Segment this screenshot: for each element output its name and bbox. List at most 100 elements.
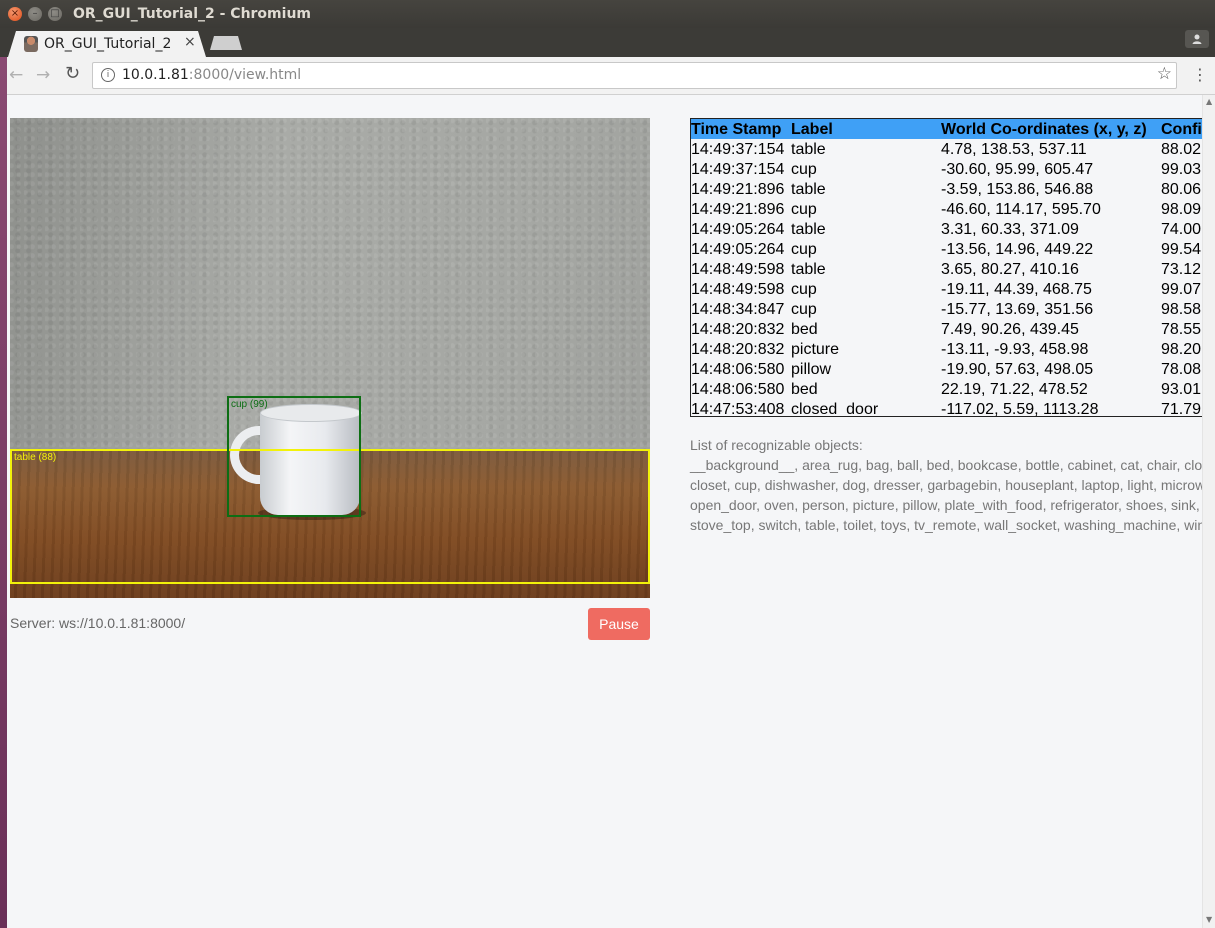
header-world-coordinates: World Co-ordinates (x, y, z) — [941, 121, 1147, 138]
detection-label-table: table (88) — [14, 452, 57, 463]
cell-world-coordinates: -19.11, 44.39, 468.75 — [941, 281, 1092, 298]
profile-icon[interactable] — [1185, 30, 1209, 48]
page-scrollbar[interactable]: ▲ ▼ — [1202, 95, 1215, 928]
window-maximize-button[interactable]: □ — [48, 7, 62, 21]
cell-time-stamp: 14:48:06:580 — [691, 361, 785, 378]
cell-world-coordinates: -3.59, 153.86, 546.88 — [941, 181, 1094, 198]
cell-world-coordinates: -15.77, 13.69, 351.56 — [941, 301, 1094, 318]
browser-menu-icon[interactable]: ⋮ — [1192, 65, 1208, 84]
pause-button[interactable]: Pause — [588, 608, 650, 640]
results-table[interactable]: Time Stamp Label World Co-ordinates (x, … — [690, 118, 1202, 417]
objects-list-line: stove_top, switch, table, toilet, toys, … — [690, 517, 1202, 533]
address-bar[interactable]: i 10.0.1.81:8000/view.html ☆ — [92, 62, 1177, 89]
cell-label: table — [791, 221, 826, 238]
tab-strip: OR_GUI_Tutorial_2 × — [0, 28, 1215, 57]
new-tab-button[interactable] — [210, 36, 242, 50]
back-button[interactable]: ← — [9, 65, 23, 85]
cell-label: cup — [791, 241, 817, 258]
cell-confidence: 80.06 — [1161, 181, 1202, 198]
table-row: 14:48:20:832 picture -13.11, -9.93, 458.98… — [691, 339, 1202, 359]
table-row: 14:49:37:154 cup -30.60, 95.99, 605.47 99.0… — [691, 159, 1202, 179]
cell-world-coordinates: 4.78, 138.53, 537.11 — [941, 141, 1087, 158]
camera-feed: table (88) cup (99) — [10, 118, 650, 598]
cell-time-stamp: 14:48:20:832 — [691, 321, 785, 338]
results-table-header: Time Stamp Label World Co-ordinates (x, … — [691, 119, 1202, 139]
cell-confidence: 71.79 — [1161, 401, 1202, 417]
scroll-up-icon[interactable]: ▲ — [1206, 97, 1212, 106]
url-text[interactable]: 10.0.1.81:8000/view.html — [122, 67, 301, 83]
cell-label: cup — [791, 281, 817, 298]
table-row: 14:48:49:598 table 3.65, 80.27, 410.16 73.1… — [691, 259, 1202, 279]
window-titlebar: × – □ OR_GUI_Tutorial_2 - Chromium — [0, 0, 1215, 28]
cell-time-stamp: 14:49:05:264 — [691, 241, 785, 258]
window-close-button[interactable]: × — [8, 7, 22, 21]
cell-time-stamp: 14:48:49:598 — [691, 281, 785, 298]
cell-world-coordinates: -117.02, 5.59, 1113.28 — [941, 401, 1099, 417]
url-path: :8000/view.html — [188, 67, 302, 83]
browser-window: × – □ OR_GUI_Tutorial_2 - Chromium OR_GU… — [0, 0, 1215, 928]
table-row: 14:49:21:896 table -3.59, 153.86, 546.88 80… — [691, 179, 1202, 199]
header-confidence: Confidence — [1161, 121, 1202, 138]
bookmark-star-icon[interactable]: ☆ — [1157, 64, 1172, 84]
cell-time-stamp: 14:47:53:408 — [691, 401, 785, 417]
cell-confidence: 98.09 — [1161, 201, 1202, 218]
desktop-edge — [0, 57, 7, 928]
cell-time-stamp: 14:49:21:896 — [691, 181, 785, 198]
server-address: Server: ws://10.0.1.81:8000/ — [10, 615, 186, 631]
cell-world-coordinates: 3.65, 80.27, 410.16 — [941, 261, 1079, 278]
cell-confidence: 74.00 — [1161, 221, 1202, 238]
forward-button[interactable]: → — [36, 65, 50, 85]
reload-button[interactable]: ↻ — [65, 63, 80, 84]
url-host: 10.0.1.81 — [122, 67, 189, 83]
cell-time-stamp: 14:49:05:264 — [691, 221, 785, 238]
tab-title: OR_GUI_Tutorial_2 — [44, 36, 172, 52]
table-row: 14:48:06:580 pillow -19.90, 57.63, 498.05 7… — [691, 359, 1202, 379]
cell-confidence: 99.54 — [1161, 241, 1202, 258]
table-row: 14:48:49:598 cup -19.11, 44.39, 468.75 99.0… — [691, 279, 1202, 299]
cell-time-stamp: 14:48:20:832 — [691, 341, 785, 358]
detection-box-cup: cup (99) — [227, 396, 361, 517]
objects-list-line: open_door, oven, person, picture, pillow… — [690, 497, 1200, 513]
cell-time-stamp: 14:48:06:580 — [691, 381, 785, 398]
table-row: 14:48:06:580 bed 22.19, 71.22, 478.52 93.01 — [691, 379, 1202, 399]
cell-world-coordinates: 3.31, 60.33, 371.09 — [941, 221, 1079, 238]
cell-label: bed — [791, 321, 818, 338]
cell-confidence: 98.58 — [1161, 301, 1202, 318]
table-row: 14:49:05:264 cup -13.56, 14.96, 449.22 99.5… — [691, 239, 1202, 259]
table-row: 14:47:53:408 closed_door -117.02, 5.59, 11… — [691, 399, 1202, 417]
tab-active[interactable]: OR_GUI_Tutorial_2 × — [8, 31, 206, 57]
info-icon[interactable]: i — [101, 68, 115, 82]
cell-label: table — [791, 141, 826, 158]
cell-label: cup — [791, 161, 817, 178]
page-viewport: table (88) cup (99) Server: ws://10.0.1.… — [7, 95, 1202, 928]
cell-time-stamp: 14:49:37:154 — [691, 141, 785, 158]
cell-confidence: 99.07 — [1161, 281, 1202, 298]
cell-world-coordinates: -19.90, 57.63, 498.05 — [941, 361, 1094, 378]
table-row: 14:48:20:832 bed 7.49, 90.26, 439.45 78.55 — [691, 319, 1202, 339]
header-time-stamp: Time Stamp — [691, 121, 782, 138]
cell-confidence: 78.55 — [1161, 321, 1202, 338]
scroll-down-icon[interactable]: ▼ — [1206, 915, 1212, 924]
objects-list-line: __background__, area_rug, bag, ball, bed… — [690, 457, 1202, 473]
objects-list-line: closet, cup, dishwasher, dog, dresser, g… — [690, 477, 1202, 493]
table-row: 14:49:05:264 table 3.31, 60.33, 371.09 74.0… — [691, 219, 1202, 239]
cell-world-coordinates: -13.11, -9.93, 458.98 — [941, 341, 1089, 358]
table-row: 14:48:34:847 cup -15.77, 13.69, 351.56 98.5… — [691, 299, 1202, 319]
objects-list-title: List of recognizable objects: — [690, 437, 863, 453]
window-title: OR_GUI_Tutorial_2 - Chromium — [73, 6, 311, 22]
window-minimize-button[interactable]: – — [28, 7, 42, 21]
cell-confidence: 93.01 — [1161, 381, 1202, 398]
header-label: Label — [791, 121, 833, 138]
cell-time-stamp: 14:48:34:847 — [691, 301, 785, 318]
cell-world-coordinates: -46.60, 114.17, 595.70 — [941, 201, 1101, 218]
browser-toolbar: ← → ↻ i 10.0.1.81:8000/view.html ☆ ⋮ — [0, 57, 1215, 95]
cell-world-coordinates: -30.60, 95.99, 605.47 — [941, 161, 1094, 178]
cell-label: pillow — [791, 361, 832, 378]
cell-label: cup — [791, 301, 817, 318]
cell-confidence: 88.02 — [1161, 141, 1202, 158]
cell-confidence: 73.12 — [1161, 261, 1202, 278]
tab-close-icon[interactable]: × — [184, 34, 196, 50]
cell-label: picture — [791, 341, 840, 358]
cell-label: table — [791, 261, 826, 278]
table-row: 14:49:37:154 table 4.78, 138.53, 537.11 88.… — [691, 139, 1202, 159]
